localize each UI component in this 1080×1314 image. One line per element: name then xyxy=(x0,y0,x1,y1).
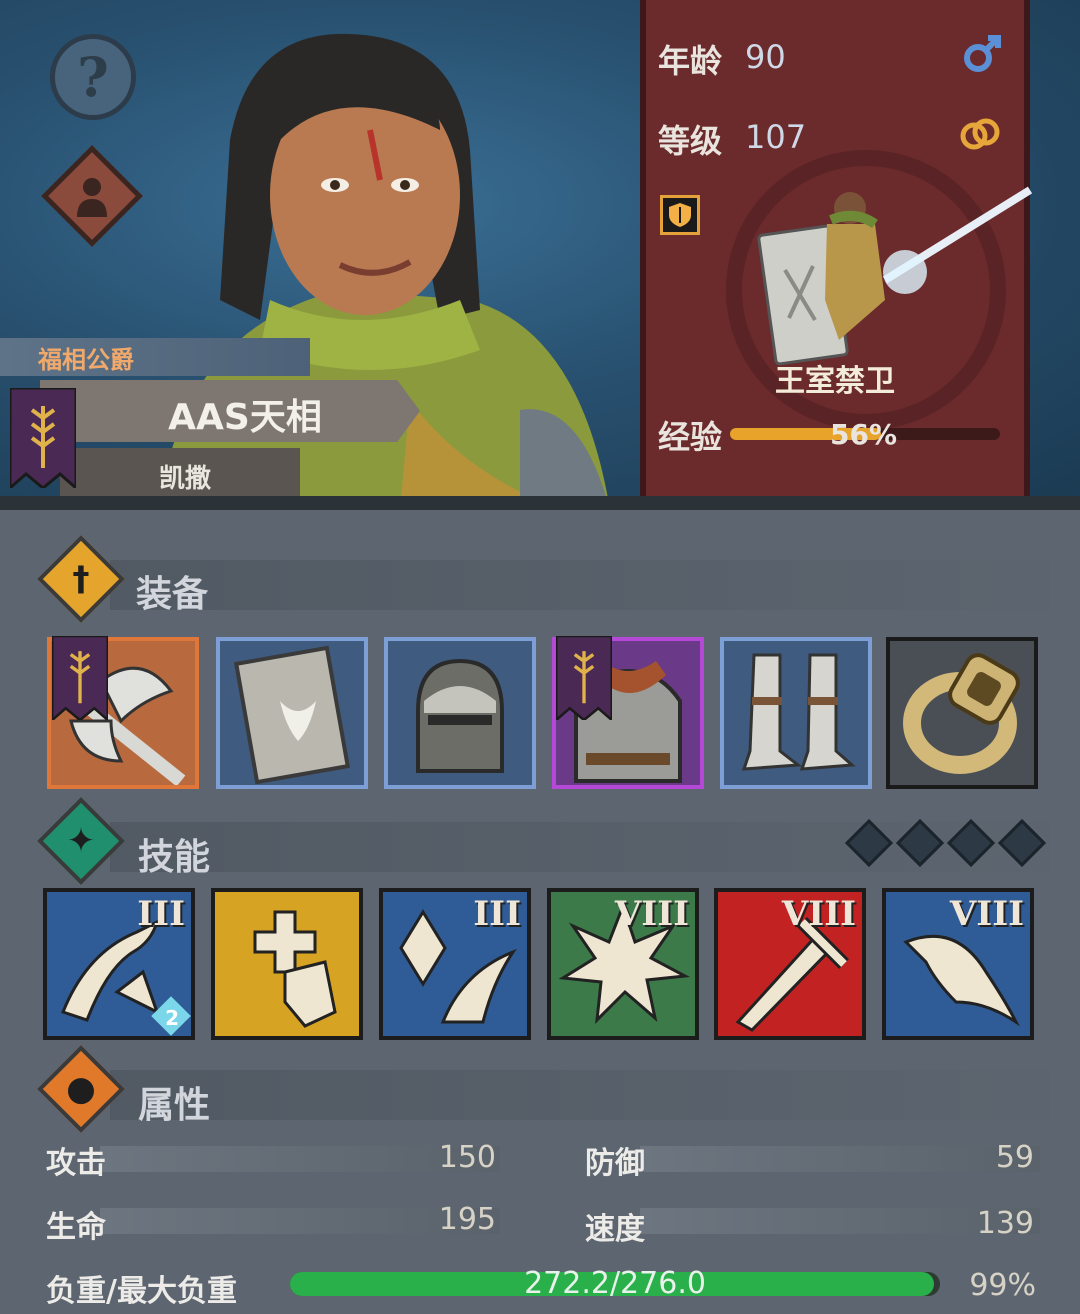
person-icon xyxy=(77,178,107,217)
empty-slot-diamond-icon xyxy=(946,818,996,868)
dagger-icon: † xyxy=(72,559,90,599)
load-percent: 99% xyxy=(969,1268,1036,1303)
level-label: 等级 xyxy=(658,122,723,160)
defense-value: 59 xyxy=(995,1140,1034,1175)
skill-rank: III xyxy=(473,894,521,934)
skill-rank: VIII xyxy=(614,894,689,934)
skills-title: 技能 xyxy=(138,837,211,878)
hero-title: 福相公爵 xyxy=(38,346,134,374)
skill-slot-2[interactable] xyxy=(211,888,363,1040)
skill-slot-5[interactable]: VIII xyxy=(714,888,866,1040)
class-button[interactable] xyxy=(41,145,143,247)
hero-name: AAS天相 xyxy=(168,397,322,438)
hp-label: 生命 xyxy=(46,1210,106,1245)
speed-value: 139 xyxy=(976,1206,1034,1241)
equipment-title: 装备 xyxy=(136,574,209,615)
ring-icon xyxy=(903,653,1020,774)
skill-slot-3[interactable]: III xyxy=(379,888,531,1040)
attack-value: 150 xyxy=(438,1140,496,1175)
defense-label: 防御 xyxy=(585,1146,645,1181)
skill-slot-6[interactable]: VIII xyxy=(882,888,1034,1040)
skill-rank: VIII xyxy=(781,894,856,934)
equip-slot-boots[interactable] xyxy=(720,637,872,789)
helmet-icon xyxy=(416,658,504,773)
equipped-banner-icon xyxy=(556,636,612,720)
empty-slot-diamond-icon xyxy=(844,818,894,868)
speed-label: 速度 xyxy=(585,1212,645,1247)
exp-percent: 56% xyxy=(830,418,898,451)
greaves-icon xyxy=(741,653,856,771)
unit-name: 王室禁卫 xyxy=(775,364,895,399)
skill-slot-4[interactable]: VIII xyxy=(547,888,699,1040)
attributes-title: 属性 xyxy=(138,1085,211,1126)
level-value: 107 xyxy=(745,118,807,156)
equip-slot-helmet[interactable] xyxy=(384,637,536,789)
question-icon: ? xyxy=(77,45,109,109)
equip-slot-ring[interactable] xyxy=(886,637,1038,789)
equipment-header-band xyxy=(110,560,1050,610)
exp-label: 经验 xyxy=(658,418,723,456)
skill-slot-1[interactable]: III 2 xyxy=(43,888,195,1040)
skill-rank: III xyxy=(137,894,185,934)
shield-badge[interactable] xyxy=(660,195,700,235)
age-label: 年龄 xyxy=(658,42,723,80)
help-button[interactable]: ? xyxy=(50,34,136,120)
heal-shield-icon xyxy=(253,910,337,1028)
empty-slot-diamond-icon xyxy=(895,818,945,868)
attributes-header-band xyxy=(110,1070,1050,1120)
equipped-banner-icon xyxy=(52,636,108,720)
attack-label: 攻击 xyxy=(46,1146,106,1181)
hp-value: 195 xyxy=(438,1202,496,1237)
empty-slot-diamond-icon xyxy=(997,818,1047,868)
unit-sprite xyxy=(757,186,1033,366)
skill-rank: VIII xyxy=(949,894,1024,934)
shield-item-icon xyxy=(233,645,351,785)
hero-panel: ? 福相公爵 AAS天相 凯撒 年龄 90 等级 107 王室禁卫 经验 56% xyxy=(0,0,1080,510)
faction-banner-icon xyxy=(10,388,76,488)
age-value: 90 xyxy=(745,38,786,76)
star-icon: ✦ xyxy=(66,821,96,861)
male-icon xyxy=(964,35,1001,72)
skill-badge: 2 xyxy=(165,1006,179,1030)
shield-icon xyxy=(669,203,691,227)
skill-slots-indicator xyxy=(844,818,1056,868)
load-label: 负重/最大负重 xyxy=(46,1274,237,1309)
rings-icon[interactable] xyxy=(956,112,1004,156)
equip-slot-shield[interactable] xyxy=(216,637,368,789)
hero-sub-name: 凯撒 xyxy=(158,464,211,494)
person-icon: ● xyxy=(66,1069,96,1109)
load-value: 272.2/276.0 xyxy=(524,1266,706,1301)
